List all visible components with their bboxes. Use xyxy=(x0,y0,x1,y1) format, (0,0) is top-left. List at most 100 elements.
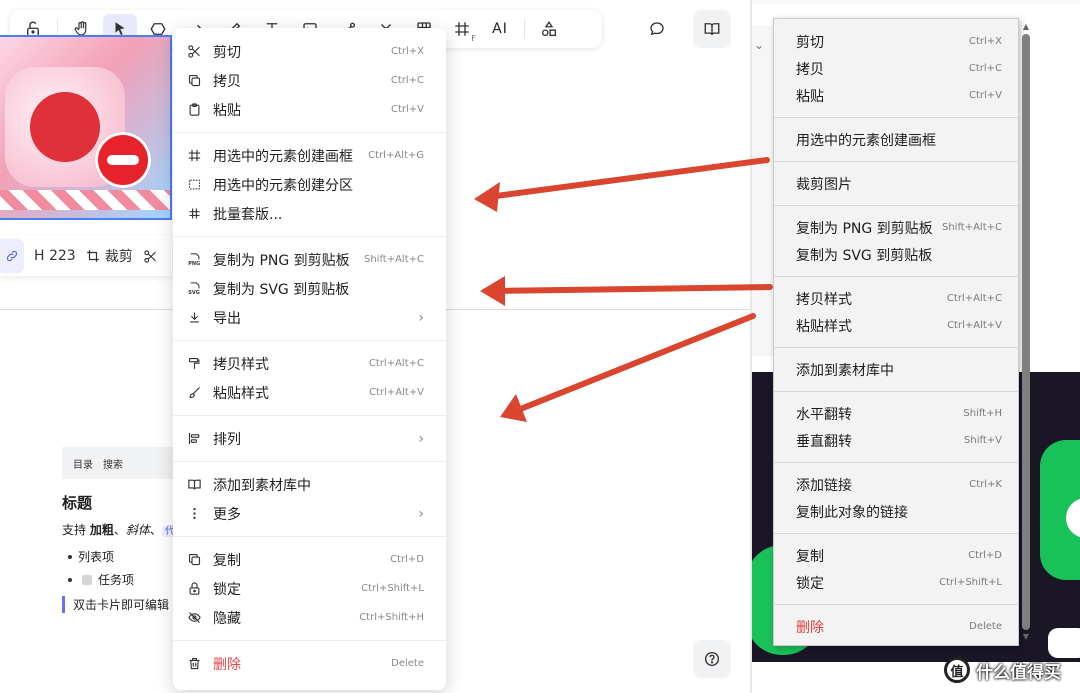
menu-separator xyxy=(774,161,1018,162)
menu-item-copy-png[interactable]: PNG 复制为 PNG 到剪贴板 Shift+Alt+C xyxy=(173,245,446,274)
image-graphic xyxy=(95,132,151,188)
menu-item-label: 粘贴样式 xyxy=(796,318,852,335)
menu-item-copy-png[interactable]: 复制为 PNG 到剪贴板 Shift+Alt+C xyxy=(774,214,1018,241)
menu-item-shortcut: Ctrl+X xyxy=(968,36,1002,47)
menu-item-lock[interactable]: 锁定 Ctrl+Shift+L xyxy=(774,569,1018,596)
menu-item-delete[interactable]: 删除 Delete xyxy=(774,613,1018,640)
menu-item-copy-svg[interactable]: 复制为 SVG 到剪贴板 xyxy=(774,241,1018,268)
svg-text:PNG: PNG xyxy=(188,261,200,267)
menu-item-flip-horizontal[interactable]: 水平翻转 Shift+H xyxy=(774,400,1018,427)
menu-item-create-section[interactable]: 用选中的元素创建分区 xyxy=(173,170,446,199)
menu-item-label: 复制为 PNG 到剪贴板 xyxy=(796,220,933,237)
menu-item-shortcut: Ctrl+K xyxy=(969,479,1002,490)
menu-item-copy[interactable]: 拷贝 Ctrl+C xyxy=(173,66,446,95)
menu-item-crop-image[interactable]: 裁剪图片 xyxy=(774,170,1018,197)
menu-item-paste[interactable]: 粘贴 Ctrl+V xyxy=(173,95,446,124)
menu-item-duplicate[interactable]: 复制 Ctrl+D xyxy=(774,542,1018,569)
image-graphic xyxy=(0,190,170,210)
menu-item-duplicate[interactable]: 复制 Ctrl+D xyxy=(173,545,446,574)
menu-item-shortcut: Delete xyxy=(969,621,1002,632)
menu-item-copy-svg[interactable]: SVG 复制为 SVG 到剪贴板 xyxy=(173,274,446,303)
menu-item-copy-style[interactable]: 拷贝样式 Ctrl+Alt+C xyxy=(774,285,1018,312)
menu-item-batch-layout[interactable]: 批量套版... xyxy=(173,199,446,228)
crop-button[interactable]: 裁剪 xyxy=(86,246,133,266)
menu-item-cut[interactable]: 剪切 Ctrl+X xyxy=(173,37,446,66)
menu-item-export[interactable]: 导出 › xyxy=(173,303,446,332)
watermark-text: 什么值得买 xyxy=(976,662,1061,683)
height-value[interactable]: H 223 xyxy=(34,248,76,264)
more-shapes-tool[interactable] xyxy=(532,14,566,44)
trash-icon xyxy=(189,657,199,670)
menu-item-shortcut: Ctrl+Shift+L xyxy=(361,583,424,594)
menu-item-label: 导出 xyxy=(213,310,241,327)
selected-image[interactable] xyxy=(0,35,172,220)
menu-item-create-frame[interactable]: 用选中的元素创建画框 xyxy=(774,126,1018,153)
menu-separator xyxy=(774,391,1018,392)
menu-item-label: 复制此对象的链接 xyxy=(796,504,908,521)
chevron-down-icon[interactable]: ⌄ xyxy=(754,38,764,52)
menu-item-label: 删除 xyxy=(213,656,241,673)
menu-item-label: 裁剪图片 xyxy=(796,176,852,193)
menu-separator xyxy=(774,533,1018,534)
menu-item-label: 剪切 xyxy=(796,34,824,51)
menu-item-add-library[interactable]: 添加到素材库中 xyxy=(774,356,1018,383)
menu-separator xyxy=(774,205,1018,206)
menu-item-label: 添加到素材库中 xyxy=(796,362,894,379)
scroll-up-icon[interactable]: ▲ xyxy=(1019,22,1033,32)
menu-item-label: 更多 xyxy=(213,506,241,523)
menu-item-cut[interactable]: 剪切 Ctrl+X xyxy=(774,28,1018,55)
menu-item-flip-vertical[interactable]: 垂直翻转 Shift+V xyxy=(774,427,1018,454)
doc-tab-search[interactable]: 搜索 xyxy=(103,456,123,471)
crop-icon xyxy=(86,250,99,262)
scroll-down-icon[interactable]: ▼ xyxy=(1019,632,1033,642)
menu-item-label: 拷贝样式 xyxy=(213,356,269,373)
scissors-icon[interactable] xyxy=(143,249,158,264)
menu-item-shortcut: Delete xyxy=(391,658,424,669)
menu-item-paste[interactable]: 粘贴 Ctrl+V xyxy=(774,82,1018,109)
frame-tool[interactable]: F xyxy=(445,14,479,44)
menu-item-create-frame[interactable]: 用选中的元素创建画框 Ctrl+Alt+G xyxy=(173,141,446,170)
menu-item-add-library[interactable]: 添加到素材库中 xyxy=(173,470,446,499)
menu-item-label: 水平翻转 xyxy=(796,406,852,423)
scrollbar-thumb[interactable] xyxy=(1022,34,1030,630)
link-button[interactable] xyxy=(0,239,24,273)
comment-button[interactable] xyxy=(638,10,676,48)
menu-item-label: 拷贝 xyxy=(213,73,241,90)
menu-item-delete[interactable]: 删除 Delete xyxy=(173,649,446,678)
menu-item-lock[interactable]: 锁定 Ctrl+Shift+L xyxy=(173,574,446,603)
ai-tool[interactable]: AI xyxy=(483,14,517,44)
menu-item-label: 添加链接 xyxy=(796,477,852,494)
menu-item-more[interactable]: 更多 › xyxy=(173,499,446,528)
doc-tab-toc[interactable]: 目录 xyxy=(73,456,93,471)
menu-item-copy-style[interactable]: 拷贝样式 Ctrl+Alt+C xyxy=(173,349,446,378)
copy-icon xyxy=(188,74,200,87)
menu-item-label: 拷贝 xyxy=(796,61,824,78)
context-menu-right: 剪切 Ctrl+X 拷贝 Ctrl+C 粘贴 Ctrl+V 用选中的元素创建画框… xyxy=(773,18,1019,646)
scissors-icon xyxy=(187,45,200,58)
doc-card-quote: 双击卡片即可编辑 xyxy=(62,596,174,613)
menu-item-copy[interactable]: 拷贝 Ctrl+C xyxy=(774,55,1018,82)
menu-item-shortcut: Ctrl+Shift+H xyxy=(359,612,424,623)
menu-item-label: 粘贴样式 xyxy=(213,385,269,402)
menu-item-label: 隐藏 xyxy=(213,610,241,627)
menu-item-copy-link[interactable]: 复制此对象的链接 xyxy=(774,498,1018,525)
menu-separator xyxy=(774,604,1018,605)
task-item-label: 任务项 xyxy=(98,573,135,587)
eye-off-icon xyxy=(187,612,201,623)
doc-card[interactable]: 目录 搜索 标题 支持 加粗、斜体、代 列表项 任务项 双击卡片即可编辑 xyxy=(62,447,178,617)
library-button[interactable] xyxy=(693,10,731,48)
menu-item-label: 复制为 SVG 到剪贴板 xyxy=(796,247,933,264)
menu-item-arrange[interactable]: 排列 › xyxy=(173,424,446,453)
menu-scrollbar[interactable]: ▲ ▼ xyxy=(1019,20,1033,646)
menu-item-paste-style[interactable]: 粘贴样式 Ctrl+Alt+V xyxy=(173,378,446,407)
doc-text-italic: 斜体 xyxy=(125,523,150,537)
watermark: 值 什么值得买 xyxy=(944,655,1061,685)
menu-item-shortcut: Ctrl+Shift+L xyxy=(939,577,1002,588)
svg-file-icon: SVG xyxy=(188,282,199,296)
list-item: 任务项 xyxy=(68,571,174,588)
menu-item-add-link[interactable]: 添加链接 Ctrl+K xyxy=(774,471,1018,498)
help-button[interactable] xyxy=(693,640,731,678)
menu-separator xyxy=(774,347,1018,348)
menu-item-paste-style[interactable]: 粘贴样式 Ctrl+Alt+V xyxy=(774,312,1018,339)
menu-item-hide[interactable]: 隐藏 Ctrl+Shift+H xyxy=(173,603,446,632)
